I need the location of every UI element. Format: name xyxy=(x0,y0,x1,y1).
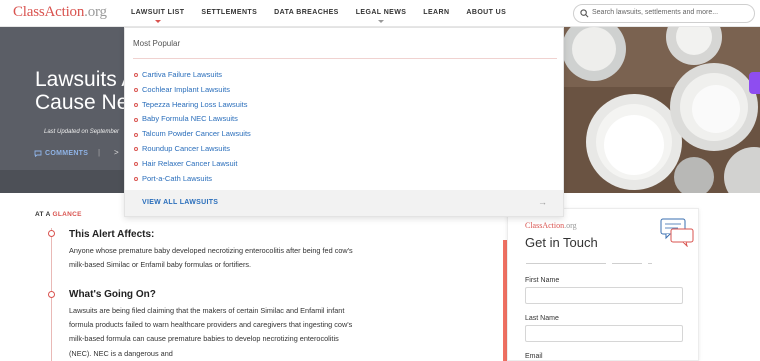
menu-item[interactable]: Hair Relaxer Cancer Lawsuit xyxy=(134,157,251,172)
timeline-dot xyxy=(48,291,55,298)
menu-item[interactable]: Roundup Cancer Lawsuits xyxy=(134,142,251,157)
divider xyxy=(612,263,642,264)
search-placeholder: Search lawsuits, settlements and more... xyxy=(592,9,719,16)
bullet-icon xyxy=(134,88,138,93)
section-heading: This Alert Affects: xyxy=(69,229,155,240)
divider xyxy=(648,263,652,264)
section-text: Lawsuits are being filed claiming that t… xyxy=(69,306,353,358)
nav-data-breaches[interactable]: DATA BREACHES xyxy=(274,9,339,16)
chevron-down-icon xyxy=(378,20,385,23)
nav-legal-news[interactable]: LEGAL NEWS xyxy=(356,9,407,23)
divider: | xyxy=(98,148,101,157)
bullet-icon xyxy=(134,162,138,167)
bullet-icon xyxy=(134,102,138,107)
last-name-label: Last Name xyxy=(525,315,559,322)
form-logo: ClassAction.org xyxy=(525,221,577,230)
form-title: Get in Touch xyxy=(525,235,598,250)
menu-item[interactable]: Baby Formula NEC Lawsuits xyxy=(134,112,251,127)
main-nav: LAWSUIT LIST SETTLEMENTS DATA BREACHES L… xyxy=(131,9,523,23)
nav-settlements[interactable]: SETTLEMENTS xyxy=(201,9,257,16)
hero-image xyxy=(564,27,760,193)
timeline-dot xyxy=(48,230,55,237)
nav-learn[interactable]: LEARN xyxy=(423,9,449,16)
dropdown-heading: Most Popular xyxy=(133,39,181,48)
nav-about-us[interactable]: ABOUT US xyxy=(466,9,506,16)
arrow-right-icon: → xyxy=(538,197,547,207)
top-navigation-bar: ClassAction.org LAWSUIT LIST SETTLEMENTS… xyxy=(0,0,760,27)
search-icon xyxy=(580,9,589,18)
divider xyxy=(526,263,606,264)
nav-lawsuit-list[interactable]: LAWSUIT LIST xyxy=(131,9,184,23)
lawsuit-list-dropdown: Most Popular Cartiva Failure Lawsuits Co… xyxy=(124,27,564,217)
at-a-glance-label: AT A GLANCE xyxy=(35,211,82,218)
menu-item[interactable]: Talcum Powder Cancer Lawsuits xyxy=(134,127,251,142)
bullet-icon xyxy=(134,147,138,152)
menu-item[interactable]: Cochlear Implant Lawsuits xyxy=(134,83,251,98)
menu-item[interactable]: Cartiva Failure Lawsuits xyxy=(134,68,251,83)
search-input[interactable]: Search lawsuits, settlements and more... xyxy=(573,4,755,23)
chat-tab[interactable] xyxy=(749,72,760,94)
bullet-icon xyxy=(134,73,138,78)
first-name-field[interactable] xyxy=(525,287,683,304)
email-label: Email xyxy=(525,353,543,360)
contact-form: ClassAction.org Get in Touch First Name … xyxy=(507,208,699,361)
first-name-label: First Name xyxy=(525,277,560,284)
share-chevron-icon[interactable]: > xyxy=(114,148,119,157)
last-name-field[interactable] xyxy=(525,325,683,342)
last-updated: Last Updated on September xyxy=(44,129,120,135)
section-heading: What's Going On? xyxy=(69,289,156,300)
bullet-icon xyxy=(134,117,138,122)
bullet-icon xyxy=(134,132,138,137)
bullet-icon xyxy=(134,176,138,181)
divider xyxy=(133,58,557,59)
comments-link[interactable]: COMMENTS xyxy=(34,150,88,157)
site-logo[interactable]: ClassAction.org xyxy=(13,4,107,21)
chevron-down-icon xyxy=(154,20,161,23)
menu-item[interactable]: Port-a-Cath Lawsuits xyxy=(134,172,251,187)
comment-icon xyxy=(34,150,42,157)
menu-item[interactable]: Tepezza Hearing Loss Lawsuits xyxy=(134,98,251,113)
chat-bubbles-icon xyxy=(660,218,694,247)
popular-lawsuits-list: Cartiva Failure Lawsuits Cochlear Implan… xyxy=(134,68,251,186)
view-all-lawsuits-link[interactable]: VIEW ALL LAWSUITS → xyxy=(125,190,563,216)
section-text: Anyone whose premature baby developed ne… xyxy=(69,246,353,270)
